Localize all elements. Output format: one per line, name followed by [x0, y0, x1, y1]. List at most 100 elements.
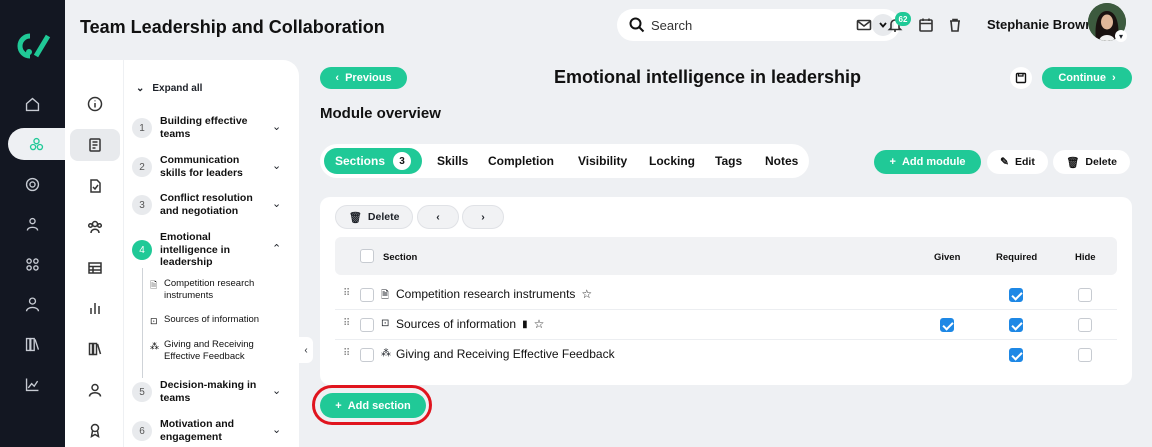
tab-skills[interactable]: Skills	[437, 154, 468, 168]
hide-checkbox[interactable]	[1078, 318, 1092, 332]
target-icon[interactable]	[0, 169, 65, 199]
hide-checkbox[interactable]	[1078, 288, 1092, 302]
table-row[interactable]: ⠿ 🗎 Competition research instruments ☆	[335, 280, 1117, 310]
tab-visibility[interactable]: Visibility	[578, 154, 627, 168]
move-right-button[interactable]: ›	[462, 205, 504, 229]
pencil-icon: ✎	[1000, 156, 1009, 168]
expand-all-label: Expand all	[152, 83, 203, 94]
chevron-left-icon: ‹	[436, 211, 440, 223]
top-bar: Team Leadership and Collaboration Search…	[65, 0, 1152, 56]
quiz-icon: ⊡	[381, 318, 390, 329]
module-number: 2	[132, 157, 152, 177]
collapse-panel-button[interactable]: ‹	[299, 337, 313, 363]
chevron-down-icon[interactable]: ⌄	[272, 120, 281, 133]
section-name: Competition research instruments	[396, 287, 576, 301]
chevron-left-icon: ‹	[304, 344, 308, 356]
user-icon[interactable]	[0, 289, 65, 319]
table-icon[interactable]	[70, 253, 120, 283]
sub-item[interactable]: ⁂ Giving and Receiving Effective Feedbac…	[150, 339, 280, 362]
tab-completion[interactable]: Completion	[488, 154, 554, 168]
trash-icon: 🗑	[348, 211, 362, 224]
notification-badge: 62	[895, 12, 911, 26]
chevron-up-icon[interactable]: ⌃	[272, 242, 281, 255]
drag-handle-icon[interactable]: ⠿	[343, 288, 350, 299]
chevron-right-icon: ›	[481, 211, 485, 223]
sub-item[interactable]: 🗎 Competition research instruments	[150, 278, 280, 301]
drag-handle-icon[interactable]: ⠿	[343, 348, 350, 359]
tab-locking[interactable]: Locking	[649, 154, 695, 168]
profile-icon[interactable]	[70, 375, 120, 405]
edit-button[interactable]: ✎ Edit	[987, 150, 1048, 174]
highlight-ring	[312, 385, 432, 425]
sections-card: 🗑 Delete ‹ › Section Given Required Hide…	[320, 197, 1132, 385]
module-title: Conflict resolution and negotiation	[160, 192, 253, 217]
sub-item[interactable]: ⊡ Sources of information	[150, 314, 280, 328]
quiz-icon: ⊡	[150, 316, 158, 326]
analytics-icon[interactable]	[0, 369, 65, 399]
tab-notes[interactable]: Notes	[765, 154, 798, 168]
row-checkbox[interactable]	[360, 288, 374, 302]
save-icon[interactable]	[1010, 67, 1032, 89]
chevron-down-icon[interactable]: ⌄	[272, 159, 281, 172]
users-icon[interactable]	[0, 209, 65, 239]
certificate-icon[interactable]	[70, 415, 120, 445]
module-title: Communication skills for leaders	[160, 154, 243, 179]
module-number: 6	[132, 421, 152, 441]
grid-icon[interactable]	[0, 249, 65, 279]
home-icon[interactable]	[0, 89, 65, 119]
table-row[interactable]: ⠿ ⁂ Giving and Receiving Effective Feedb…	[335, 340, 1117, 370]
column-header-required: Required	[996, 252, 1038, 263]
module-tree: ⌄ Expand all 1 Building effective teams …	[124, 60, 299, 447]
previous-button[interactable]: ‹ Previous	[320, 67, 407, 89]
chevron-down-icon[interactable]: ⌄	[272, 197, 281, 210]
calendar-icon[interactable]	[918, 17, 934, 33]
delete-module-button[interactable]: 🗑 Delete	[1053, 150, 1130, 174]
select-all-checkbox[interactable]	[360, 249, 374, 263]
library-icon[interactable]	[0, 329, 65, 359]
star-icon[interactable]: ☆	[534, 317, 545, 331]
chevron-down-icon[interactable]: ⌄	[272, 423, 281, 436]
add-module-button[interactable]: + Add module	[874, 150, 981, 174]
test-icon[interactable]	[70, 171, 120, 201]
column-header-hide: Hide	[1075, 252, 1096, 263]
star-icon[interactable]: ☆	[581, 287, 592, 301]
drag-handle-icon[interactable]: ⠿	[343, 318, 350, 329]
given-checkbox[interactable]	[940, 318, 954, 332]
edit-label: Edit	[1014, 156, 1035, 168]
course-icon[interactable]	[8, 128, 65, 160]
book-icon[interactable]	[70, 129, 120, 161]
people-icon[interactable]	[70, 212, 120, 242]
column-header-given: Given	[934, 252, 961, 263]
chevron-down-icon[interactable]: ▾	[1115, 30, 1127, 42]
row-checkbox[interactable]	[360, 318, 374, 332]
expand-all-button[interactable]: ⌄ Expand all	[136, 83, 202, 94]
delete-selected-label: Delete	[367, 211, 400, 223]
mail-icon[interactable]	[856, 17, 872, 33]
app-logo-icon[interactable]	[12, 30, 52, 62]
section-name: Sources of information	[396, 317, 517, 331]
info-icon[interactable]	[70, 89, 120, 119]
continue-button[interactable]: Continue ›	[1042, 67, 1132, 89]
required-checkbox[interactable]	[1009, 348, 1023, 362]
tab-sections[interactable]: Sections 3	[324, 148, 422, 174]
table-row[interactable]: ⠿ ⊡ Sources of information ▮ ☆	[335, 310, 1117, 340]
tab-label: Sections	[334, 154, 385, 168]
module-title: Emotional intelligence in leadership	[160, 231, 231, 268]
chart-icon[interactable]	[70, 293, 120, 323]
required-checkbox[interactable]	[1009, 318, 1023, 332]
trash-icon[interactable]	[947, 17, 963, 33]
required-checkbox[interactable]	[1009, 288, 1023, 302]
continue-label: Continue	[1058, 72, 1106, 84]
sub-item-label: Sources of information	[164, 314, 260, 325]
hide-checkbox[interactable]	[1078, 348, 1092, 362]
chevron-left-icon: ‹	[335, 72, 340, 84]
tab-tags[interactable]: Tags	[715, 154, 742, 168]
row-checkbox[interactable]	[360, 348, 374, 362]
library-icon[interactable]	[70, 334, 120, 364]
delete-label: Delete	[1085, 156, 1117, 168]
chevron-down-icon[interactable]: ⌄	[272, 384, 281, 397]
delete-selected-button[interactable]: 🗑 Delete	[335, 205, 413, 229]
user-name[interactable]: Stephanie Brown	[987, 17, 1093, 32]
section-icon-panel	[65, 60, 123, 447]
move-left-button[interactable]: ‹	[417, 205, 459, 229]
